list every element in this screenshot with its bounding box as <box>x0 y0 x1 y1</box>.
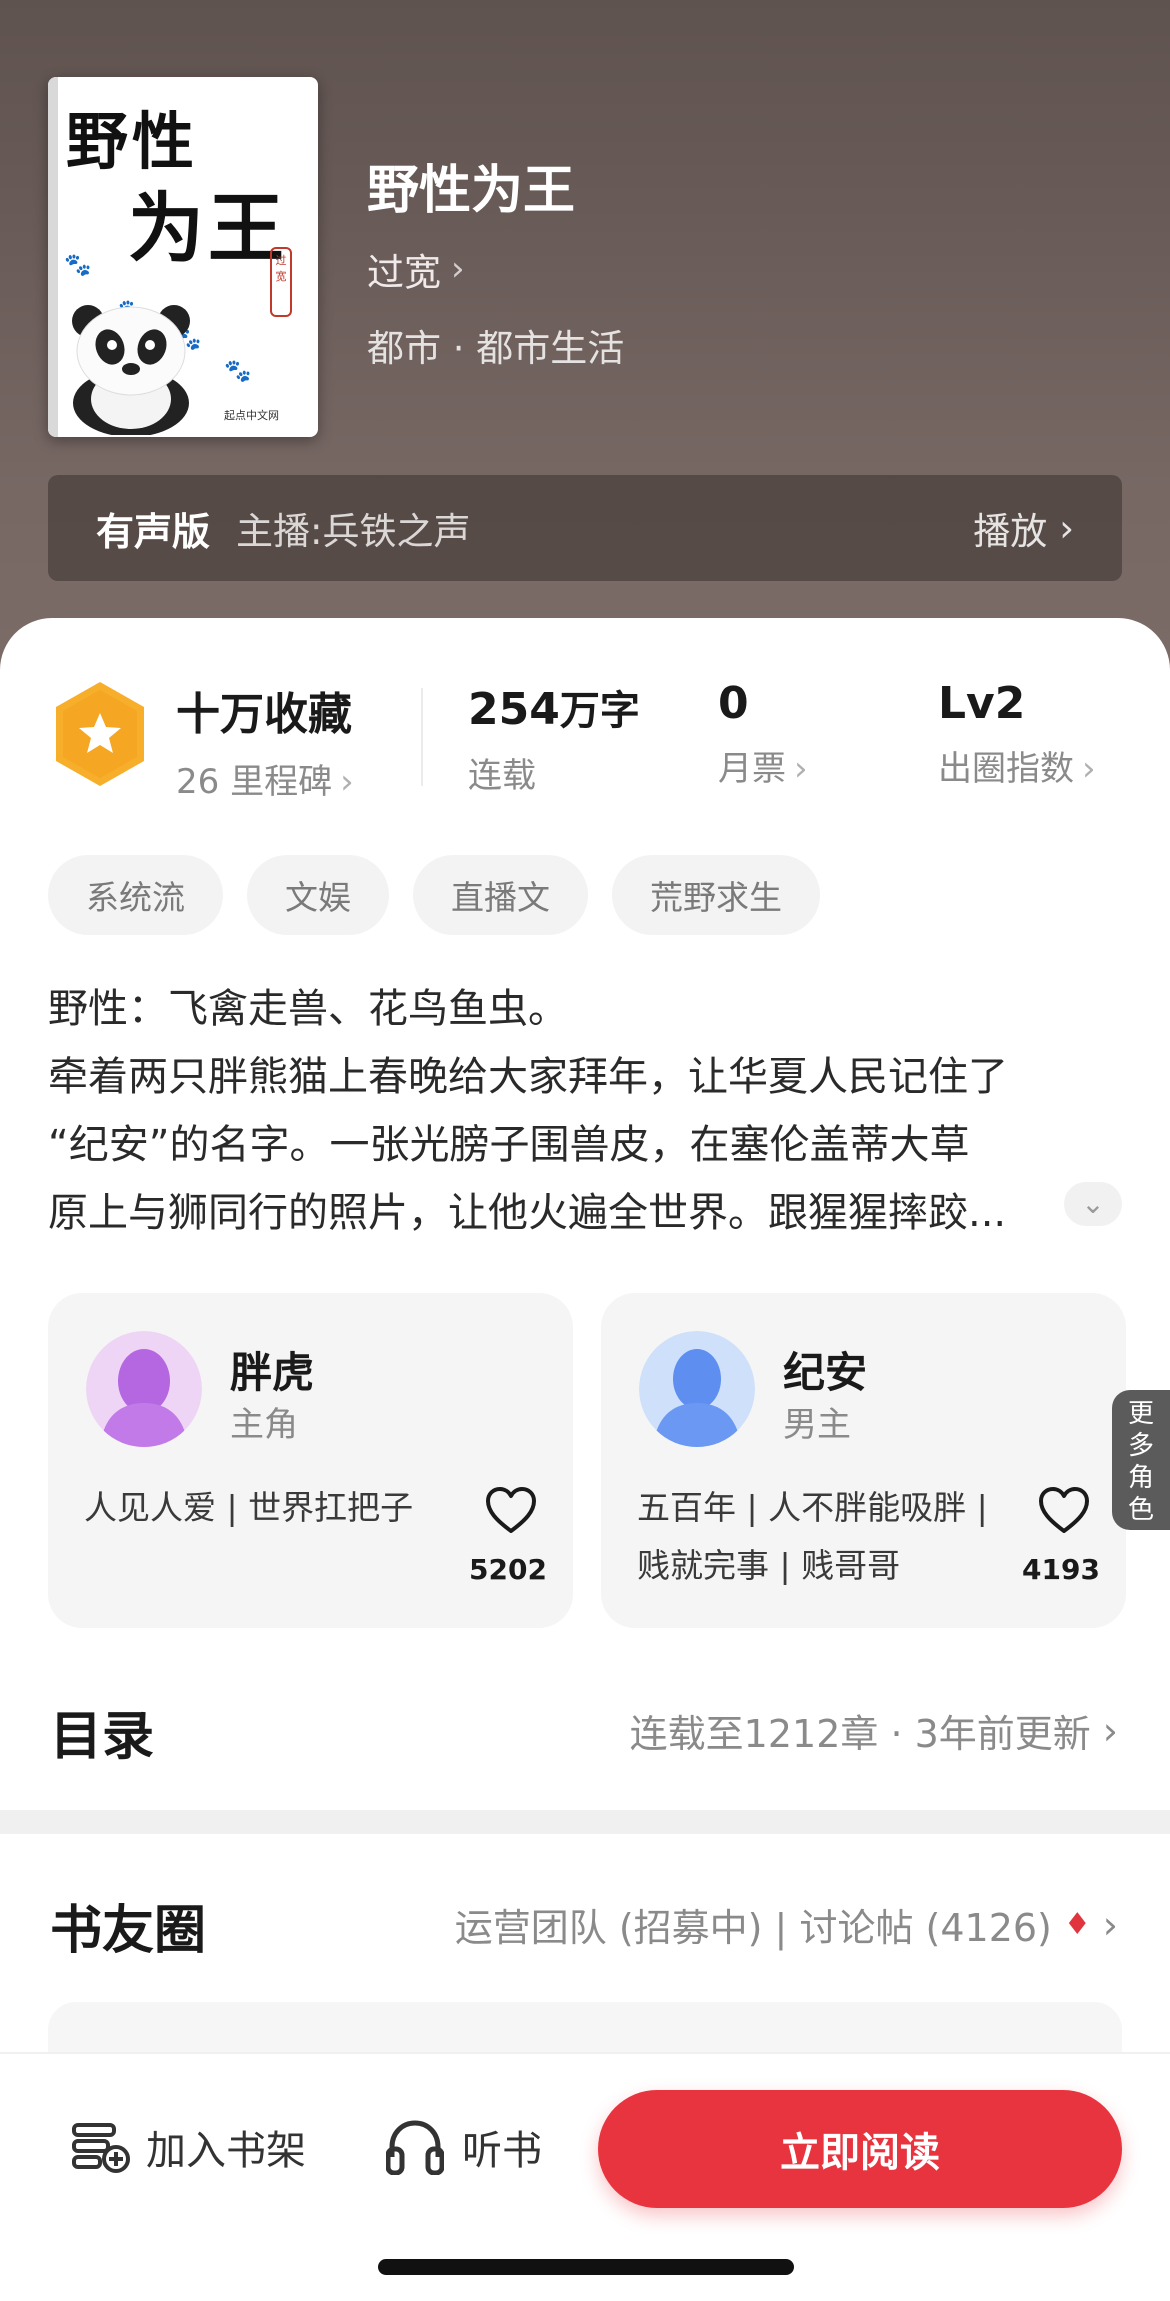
avatar <box>639 1331 755 1447</box>
read-now-button[interactable]: 立即阅读 <box>598 2090 1122 2208</box>
author-name: 过宽 <box>367 251 441 294</box>
listen-label: 听书 <box>462 2128 542 2174</box>
tag-chip[interactable]: 荒野求生 <box>612 855 820 935</box>
play-button[interactable]: 播放 › <box>973 501 1074 555</box>
audiobook-tag: 有声版 <box>96 509 211 554</box>
character-name: 胖虎 <box>230 1348 315 1397</box>
expand-synopsis-button[interactable]: ⌄ <box>1064 1182 1122 1226</box>
milestone-stat[interactable]: 十万收藏 26 里程碑 › <box>176 678 354 803</box>
like-count: 5202 <box>469 1553 547 1586</box>
book-genre: 都市 · 都市生活 <box>367 327 625 370</box>
tag-chip[interactable]: 文娱 <box>247 855 389 935</box>
avatar <box>86 1331 202 1447</box>
character-role: 主角 <box>230 1405 298 1445</box>
audiobook-bar[interactable]: 有声版 主播: 兵铁之声 播放 › <box>48 475 1122 581</box>
listen-button[interactable]: 听书 <box>386 2118 542 2176</box>
character-description: 人见人爱 | 世界扛把子 <box>84 1488 414 1527</box>
character-description: 五百年 | 人不胖能吸胖 | 贱就完事 | 贱哥哥 <box>637 1488 988 1585</box>
add-shelf-icon <box>72 2123 130 2173</box>
headphones-icon <box>386 2120 444 2175</box>
heart-icon[interactable] <box>1037 1485 1091 1535</box>
play-label: 播放 <box>973 510 1048 553</box>
chevron-right-icon: › <box>1102 1708 1118 1753</box>
cover-title-line2: 为王 <box>128 184 288 273</box>
popularity-level: Lv2 <box>938 678 1026 729</box>
audiobook-host-label: 主播: <box>236 510 323 553</box>
synopsis-line: 牵着两只胖熊猫上春晚给大家拜年，让华夏人民记住了 <box>48 1054 1008 1100</box>
synopsis-line: 野性：飞禽走兽、花鸟鱼虫。 <box>48 986 568 1032</box>
heart-icon[interactable] <box>484 1485 538 1535</box>
character-role: 男主 <box>783 1405 851 1445</box>
author-link[interactable]: 过宽 › <box>367 242 465 296</box>
book-circle-info: 运营团队 (招募中) | 讨论帖 (4126) <box>454 1906 1052 1950</box>
character-name: 纪安 <box>783 1348 868 1397</box>
synopsis[interactable]: 野性：飞禽走兽、花鸟鱼虫。 牵着两只胖熊猫上春晚给大家拜年，让华夏人民记住了 “… <box>48 975 1122 1247</box>
more-roles-tab[interactable]: 更多角色 <box>1112 1390 1170 1530</box>
popularity-label: 出圈指数 <box>938 749 1074 789</box>
book-circle-title: 书友圈 <box>50 1901 207 1961</box>
word-count-stat: 254万字 连载 <box>468 678 640 797</box>
stat-divider <box>421 688 423 786</box>
panda-illustration <box>72 305 190 435</box>
more-roles-label: 更多角色 <box>1127 1399 1154 1525</box>
tag-chip[interactable]: 系统流 <box>48 855 223 935</box>
synopsis-line: 原上与狮同行的照片，让他火遍全世界。跟猩猩摔跤... <box>48 1190 1007 1236</box>
toc-title: 目录 <box>50 1707 155 1767</box>
collection-medal-icon <box>56 682 144 786</box>
cover-publisher: 起点中文网 <box>224 409 279 422</box>
chevron-right-icon: › <box>1059 506 1074 550</box>
toc-link[interactable]: 连载至1212章 · 3年前更新 › <box>630 1703 1118 1758</box>
monthly-ticket-count: 0 <box>718 678 749 729</box>
monthly-ticket-label: 月票 <box>718 749 786 789</box>
collection-count: 十万收藏 <box>176 689 352 740</box>
like-count: 4193 <box>1022 1553 1100 1586</box>
add-to-shelf-label: 加入书架 <box>146 2128 306 2174</box>
book-title: 野性为王 <box>367 161 576 221</box>
chevron-right-icon: › <box>1082 749 1096 789</box>
section-divider <box>0 1810 1170 1834</box>
paw-print-icon: 🐾 <box>64 253 92 278</box>
home-indicator[interactable] <box>378 2259 794 2275</box>
chevron-right-icon: › <box>340 762 354 802</box>
tag-chip[interactable]: 直播文 <box>413 855 588 935</box>
character-card[interactable]: 胖虎 主角 人见人爱 | 世界扛把子 5202 <box>48 1293 573 1628</box>
toc-info: 连载至1212章 · 3年前更新 <box>629 1712 1091 1756</box>
chevron-right-icon: › <box>1102 1902 1118 1947</box>
word-count-number: 254 <box>468 684 560 735</box>
book-circle-link[interactable]: 运营团队 (招募中) | 讨论帖 (4126) ♦ › <box>455 1897 1118 1952</box>
paw-print-icon: 🐾 <box>224 359 252 384</box>
popularity-stat[interactable]: Lv2 出圈指数 › <box>938 678 1096 790</box>
monthly-ticket-stat[interactable]: 0 月票 › <box>718 678 808 790</box>
character-card[interactable]: 纪安 男主 五百年 | 人不胖能吸胖 | 贱就完事 | 贱哥哥 4193 <box>601 1293 1126 1628</box>
cover-stamp: 过宽 <box>270 247 292 317</box>
milestone-label: 26 里程碑 <box>176 762 333 802</box>
word-count-unit: 万字 <box>559 688 640 734</box>
audiobook-host: 兵铁之声 <box>322 510 471 553</box>
chevron-right-icon: › <box>451 249 465 289</box>
book-cover[interactable]: 野性 为王 🐾 🐾 🐾 🐾 过宽 起点中文网 <box>48 77 318 437</box>
flame-icon: ♦ <box>1063 1907 1091 1942</box>
tag-list: 系统流 文娱 直播文 荒野求生 <box>48 855 820 935</box>
serial-status: 连载 <box>468 756 536 796</box>
chevron-right-icon: › <box>794 749 808 789</box>
synopsis-line: “纪安”的名字。一张光膀子围兽皮，在塞伦盖蒂大草 <box>48 1122 970 1168</box>
add-to-shelf-button[interactable]: 加入书架 <box>70 2118 306 2176</box>
